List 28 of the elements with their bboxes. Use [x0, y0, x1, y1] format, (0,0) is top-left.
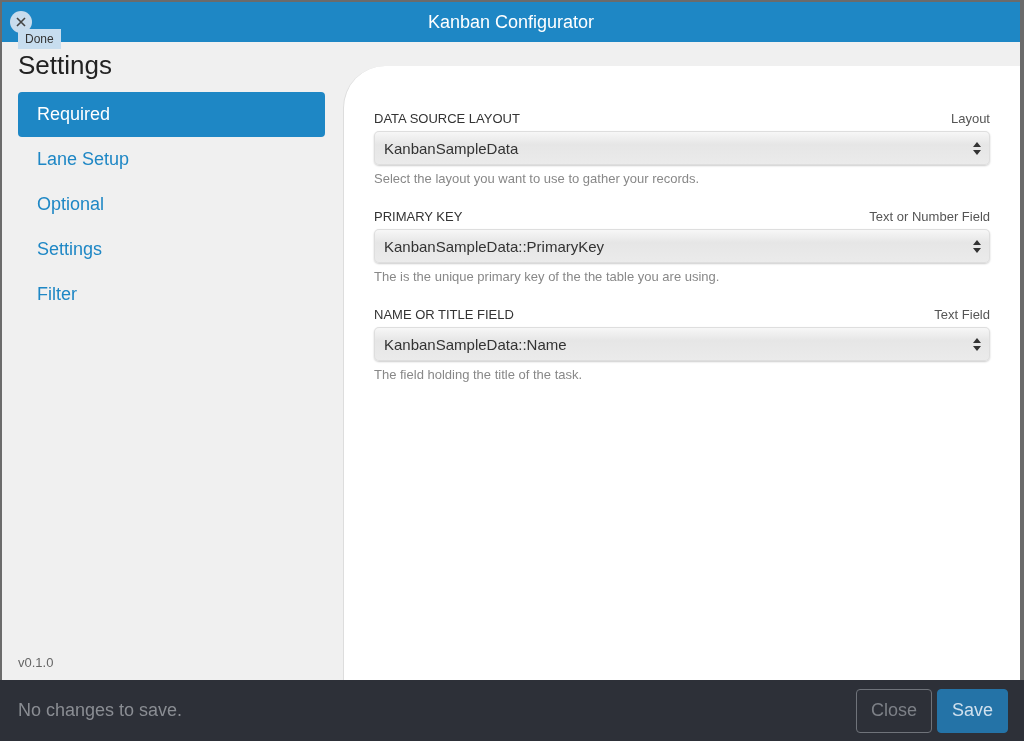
- field-type-label: Layout: [950, 111, 990, 126]
- sidebar-item[interactable]: Required: [18, 92, 325, 137]
- select-arrows-icon: [973, 337, 981, 351]
- status-message: No changes to save.: [18, 700, 184, 721]
- field-label: NAME OR TITLE FIELD: [374, 307, 514, 322]
- sidebar-item[interactable]: Lane Setup: [18, 137, 325, 182]
- sidebar-item[interactable]: Filter: [18, 272, 325, 317]
- field-help-text: Select the layout you want to use to gather your records.: [374, 171, 701, 186]
- field-label: PRIMARY KEY: [374, 209, 463, 224]
- select-arrows-icon: [973, 141, 981, 155]
- field-type-label: Text Field: [934, 307, 990, 322]
- select-field[interactable]: KanbanSampleData::Name: [374, 327, 990, 361]
- select-field[interactable]: KanbanSampleData::PrimaryKey: [374, 229, 990, 263]
- window-title: Kanban Configurator: [427, 11, 595, 33]
- version-label: v0.1.0: [18, 655, 55, 670]
- field-help-text: The field holding the title of the task.: [374, 367, 584, 382]
- field-label: DATA SOURCE LAYOUT: [374, 111, 520, 126]
- field-help-text: The is the unique primary key of the the table you are using.: [374, 269, 721, 284]
- field-type-label: Text or Number Field: [869, 209, 990, 224]
- sidebar-item[interactable]: Optional: [18, 182, 325, 227]
- save-button[interactable]: Save: [936, 688, 1008, 733]
- sidebar-heading: Settings: [18, 50, 113, 82]
- close-button[interactable]: Close: [855, 688, 932, 733]
- close-icon: [16, 17, 26, 27]
- select-arrows-icon: [973, 239, 981, 253]
- select-field[interactable]: KanbanSampleData: [374, 131, 990, 165]
- tooltip: Done: [18, 29, 61, 49]
- sidebar-item[interactable]: Settings: [18, 227, 325, 272]
